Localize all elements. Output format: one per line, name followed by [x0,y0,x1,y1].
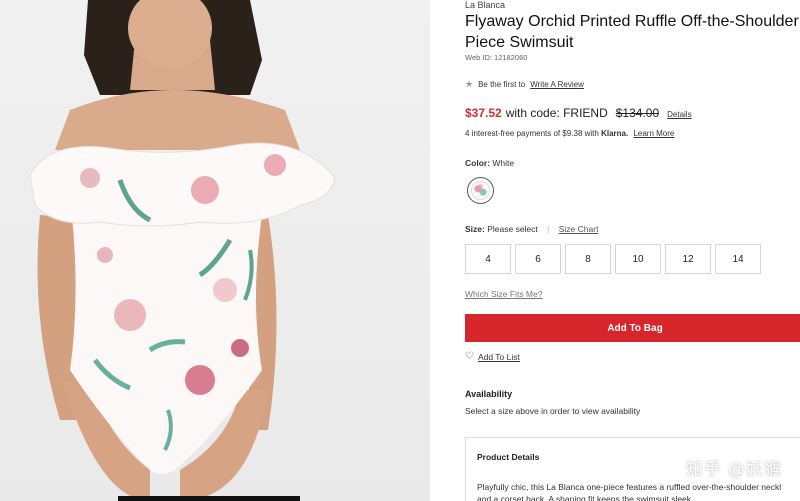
swimsuit-model-illustration [29,0,336,501]
size-value: Please select [487,224,538,234]
klarna-logo: Klarna. [601,129,629,138]
star-icon: ★ [465,79,474,89]
size-chart-link[interactable]: Size Chart [559,224,599,234]
product-title: Flyaway Orchid Printed Ruffle Off-the-Sh… [465,11,800,53]
size-option-8[interactable]: 8 [565,244,611,274]
description-line1: Playfully chic, this La Blanca one-piece… [477,482,782,492]
add-to-list-button[interactable]: ♡ Add To List [465,351,520,363]
product-title-line1: Flyaway Orchid Printed Ruffle Off-the-Sh… [465,13,800,30]
write-review-link[interactable]: Write A Review [530,80,584,89]
size-option-10[interactable]: 10 [615,244,661,274]
availability-text: Select a size above in order to view ava… [465,406,641,416]
size-option-14[interactable]: 14 [715,244,761,274]
availability-heading: Availability [465,389,513,399]
product-description: Playfully chic, this La Blanca one-piece… [477,481,800,501]
product-title-line2: Piece Swimsuit [465,34,574,51]
heart-icon: ♡ [465,351,474,362]
original-price: $134.00 [615,106,660,120]
size-divider: | [547,224,550,234]
web-id: Web ID: 12182060 [465,53,528,62]
installments-text: 4 interest-free payments of $9.38 with [465,129,599,138]
size-options: 4 6 8 10 12 14 [465,244,765,274]
price-details-link[interactable]: Details [667,110,691,119]
size-option-4[interactable]: 4 [465,244,511,274]
price-row: $37.52 with code: FRIEND $134.00 Details [465,106,692,120]
description-line2: and a corset back. A shaping fit keeps t… [477,494,692,501]
review-row: ★ Be the first to Write A Review [465,79,584,90]
brand-link[interactable]: La Blanca [465,0,505,10]
color-swatch-white[interactable] [467,177,494,204]
size-option-6[interactable]: 6 [515,244,561,274]
product-details-panel: La Blanca Flyaway Orchid Printed Ruffle … [465,0,800,501]
color-value: White [492,158,515,168]
product-details-heading[interactable]: Product Details [477,452,539,462]
add-to-bag-button[interactable]: Add To Bag [465,314,800,342]
promo-code-text: with code: FRIEND [505,106,608,120]
size-option-12[interactable]: 12 [665,244,711,274]
which-size-fits-link[interactable]: Which Size Fits Me? [465,289,542,299]
size-label: Size: [465,224,485,234]
size-row: Size: Please select | Size Chart [465,224,598,234]
product-image[interactable] [0,0,430,501]
image-carousel-indicator [118,496,300,501]
color-label: Color: [465,158,491,168]
learn-more-link[interactable]: Learn More [633,129,674,138]
klarna-installments: 4 interest-free payments of $9.38 with K… [465,129,674,138]
add-to-list-label: Add To List [477,352,520,362]
watermark: 知乎 @妖猴 [685,460,782,480]
sale-price: $37.52 [465,106,502,120]
swatch-pattern [471,181,490,200]
color-row: Color: White [465,158,514,168]
review-prompt: Be the first to [478,80,526,89]
